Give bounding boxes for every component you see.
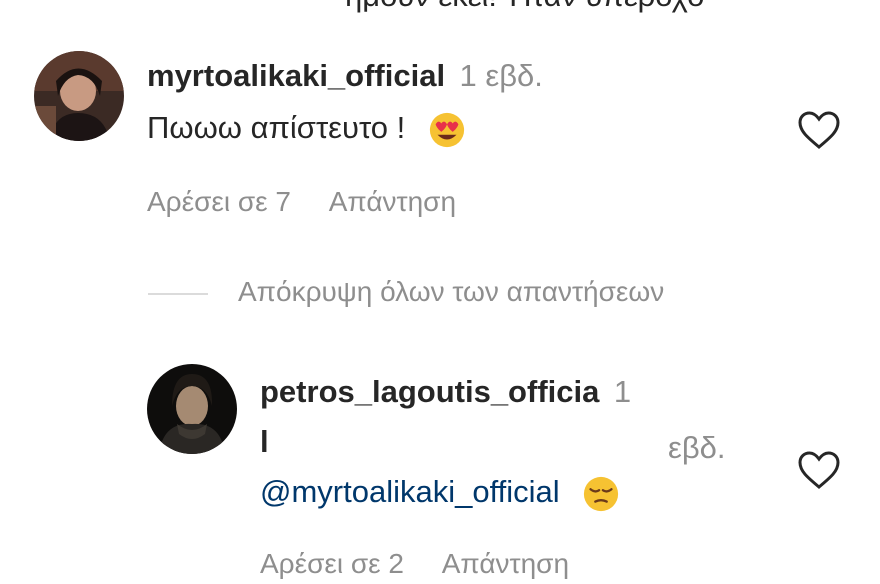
like-heart-icon[interactable]: [797, 110, 841, 150]
reply-timestamp[interactable]: 1: [614, 374, 631, 409]
reply-button[interactable]: Απάντηση: [442, 548, 569, 580]
mention-link[interactable]: @myrtoalikaki_official: [260, 474, 560, 509]
comment-item: myrtoalikaki_official 1 εβδ. Πωωω απίστε…: [0, 0, 880, 250]
like-heart-icon[interactable]: [797, 450, 841, 490]
comment-text-body: Πωωω απίστευτο !: [147, 110, 406, 145]
avatar[interactable]: [147, 364, 237, 454]
reply-username-continued[interactable]: l: [260, 424, 269, 459]
reply-button[interactable]: Απάντηση: [329, 186, 456, 218]
avatar[interactable]: [34, 51, 124, 141]
reply-text: @myrtoalikaki_official: [260, 474, 620, 513]
hide-replies-divider: [148, 292, 208, 295]
comment-meta: Αρέσει σε 7 Απάντηση: [147, 186, 456, 218]
pensive-face-emoji-icon: [584, 476, 619, 511]
hide-replies-label[interactable]: Απόκρυψη όλων των απαντήσεων: [238, 276, 664, 307]
likes-count[interactable]: Αρέσει σε 7: [147, 186, 291, 218]
heart-eyes-emoji-icon: [429, 112, 464, 147]
comment-username[interactable]: myrtoalikaki_official: [147, 58, 445, 93]
reply-timestamp-continued[interactable]: εβδ.: [668, 430, 726, 466]
reply-item: petros_lagoutis_officia 1 l εβδ. @myrtoa…: [0, 350, 880, 584]
hide-replies-button[interactable]: Απόκρυψη όλων των απαντήσεων: [148, 276, 664, 308]
reply-meta: Αρέσει σε 2 Απάντηση: [260, 548, 569, 580]
comment-timestamp[interactable]: 1 εβδ.: [460, 58, 543, 93]
likes-count[interactable]: Αρέσει σε 2: [260, 548, 404, 580]
reply-username[interactable]: petros_lagoutis_officia: [260, 374, 599, 409]
comment-text: Πωωω απίστευτο !: [147, 110, 466, 149]
